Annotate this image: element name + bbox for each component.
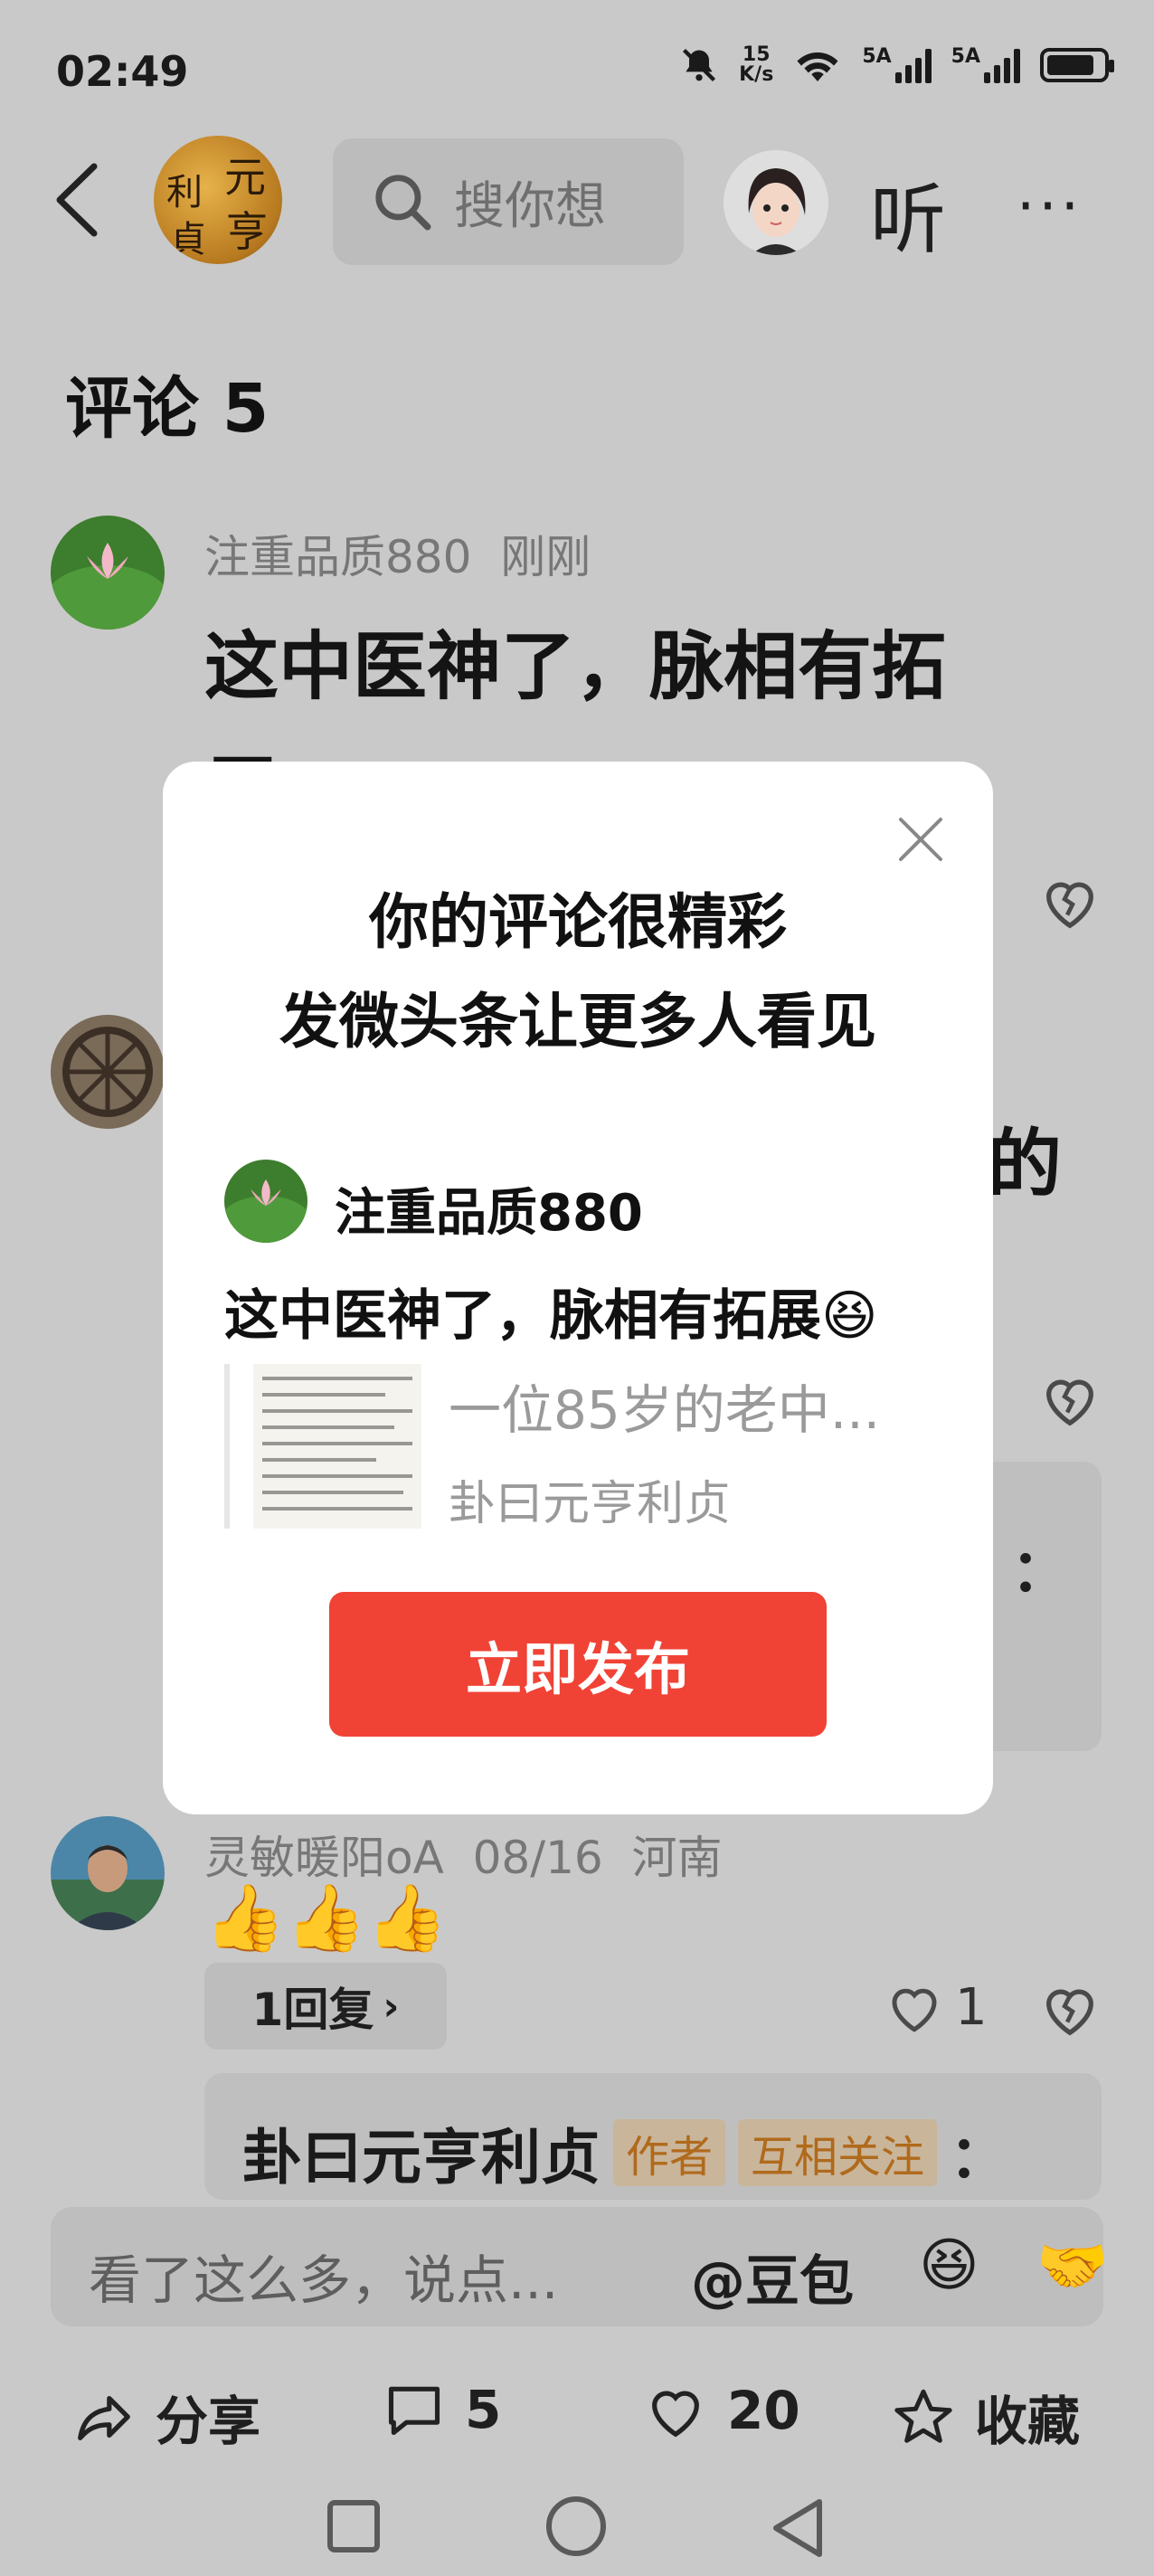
star-icon xyxy=(894,2389,952,2443)
dislike-icon[interactable] xyxy=(1038,1977,1102,2041)
share-icon xyxy=(78,2395,130,2440)
net-speed: 15 K/s xyxy=(739,43,774,86)
sim2-signal: 5A xyxy=(951,47,1020,83)
article-title: 一位85岁的老中... xyxy=(449,1379,881,1441)
mute-bell-icon xyxy=(683,48,716,82)
comments-count: 5 xyxy=(465,2379,502,2440)
comment-text: 这中医神了，脉相有拓 xyxy=(204,624,947,710)
comment-meta: 灵敏暖阳oA 08/16 河南 xyxy=(204,1822,722,1887)
comment-text-partial: 的 xyxy=(988,1122,1063,1208)
lotus-avatar-icon xyxy=(224,1160,307,1243)
reply-colon: ： xyxy=(1011,1539,1069,1605)
comments-button[interactable]: 5 xyxy=(383,2379,501,2440)
search-placeholder: 搜你想 xyxy=(454,176,606,236)
like-count: 1 xyxy=(955,1977,988,2037)
handshake-emoji-button[interactable]: 🤝 xyxy=(1036,2232,1109,2300)
view-replies-button[interactable]: 1回复 › xyxy=(204,1963,447,2050)
comment-emoji-text: 👍👍👍 xyxy=(204,1880,448,1956)
like-button[interactable]: 20 xyxy=(644,2379,800,2442)
comment-avatar[interactable] xyxy=(51,1816,165,1930)
nav-back-triangle-icon[interactable] xyxy=(767,2496,830,2560)
search-box[interactable]: 搜你想 xyxy=(333,138,684,265)
heart-icon xyxy=(652,2391,699,2438)
cartoon-girl-icon xyxy=(724,150,828,255)
sim1-signal: 5A xyxy=(862,47,932,83)
comment-username[interactable]: 灵敏暖阳oA xyxy=(204,1832,444,1884)
comments-title: 评论 5 xyxy=(65,370,270,448)
article-thumbnail xyxy=(253,1364,421,1529)
comment-location: 河南 xyxy=(631,1832,723,1884)
comment-bubble-icon xyxy=(388,2386,440,2436)
share-label: 分享 xyxy=(156,2391,261,2452)
author-tag: 作者 xyxy=(613,2119,726,2186)
comment-username[interactable]: 注重品质880 xyxy=(204,531,471,583)
battery-icon xyxy=(1040,48,1114,82)
status-icons: 15 K/s 5A 5A xyxy=(679,43,1114,86)
comment-input-bar[interactable]: 看了这么多，说点... @豆包 😆 🤝 xyxy=(51,2207,1109,2326)
article-author: 卦曰元亨利贞 xyxy=(449,1477,732,1531)
comment-avatar[interactable] xyxy=(51,516,165,630)
comment-time: 08/16 xyxy=(472,1832,603,1884)
preview-comment-text: 这中医神了，脉相有拓展😆 xyxy=(224,1284,878,1348)
laugh-emoji-button[interactable]: 😆 xyxy=(919,2232,979,2299)
modal-title-line1: 你的评论很精彩 xyxy=(369,887,787,957)
close-icon[interactable] xyxy=(895,814,946,865)
comment-avatar[interactable] xyxy=(51,1015,165,1129)
search-icon xyxy=(375,175,431,231)
share-button[interactable]: 分享 xyxy=(72,2379,260,2455)
chevron-right-icon: › xyxy=(383,1983,400,2030)
reply-colon: ： xyxy=(950,2125,1008,2192)
comment-time: 刚刚 xyxy=(500,531,591,583)
favorite-label: 收藏 xyxy=(975,2391,1081,2452)
mention-doubao-button[interactable]: @豆包 xyxy=(691,2238,854,2316)
back-arrow-icon[interactable] xyxy=(51,159,105,241)
preview-username: 注重品质880 xyxy=(335,1184,643,1243)
publish-now-button[interactable]: 立即发布 xyxy=(329,1592,827,1737)
dislike-icon[interactable] xyxy=(1038,870,1102,933)
favorite-button[interactable]: 收藏 xyxy=(892,2379,1080,2455)
comment-meta: 注重品质880 刚刚 xyxy=(204,521,591,586)
comment-like-button[interactable]: 1 xyxy=(884,1977,988,2037)
man-portrait-avatar-icon xyxy=(51,1816,165,1930)
ai-assistant-avatar[interactable] xyxy=(724,150,828,255)
recent-apps-button[interactable] xyxy=(327,2500,380,2552)
waterwheel-avatar-icon xyxy=(51,1015,165,1129)
reply-author-name[interactable]: 卦曰元亨利贞 xyxy=(242,2109,601,2196)
mutual-follow-tag: 互相关注 xyxy=(738,2119,938,2186)
replies-label: 1回复 xyxy=(251,1984,374,2036)
likes-count: 20 xyxy=(727,2380,800,2441)
comment-input-placeholder: 看了这么多，说点... xyxy=(89,2249,559,2311)
modal-title-line2: 发微头条让更多人看见 xyxy=(279,987,876,1056)
heart-icon xyxy=(892,1988,937,2032)
home-button[interactable] xyxy=(546,2496,606,2556)
author-avatar[interactable]: 元 亨 利 貞 xyxy=(154,136,282,264)
status-time: 02:49 xyxy=(56,47,189,96)
listen-button[interactable]: 听 xyxy=(870,159,946,269)
quote-divider xyxy=(224,1364,230,1529)
publish-label: 立即发布 xyxy=(465,1636,690,1702)
author-reply-box: 卦曰元亨利贞 作者 互相关注 ： xyxy=(204,2073,1102,2200)
wifi-icon xyxy=(797,52,838,81)
preview-avatar xyxy=(224,1160,307,1243)
more-button[interactable]: ··· xyxy=(1017,174,1083,241)
lotus-avatar-icon xyxy=(51,516,165,630)
dislike-icon[interactable] xyxy=(1038,1368,1102,1431)
